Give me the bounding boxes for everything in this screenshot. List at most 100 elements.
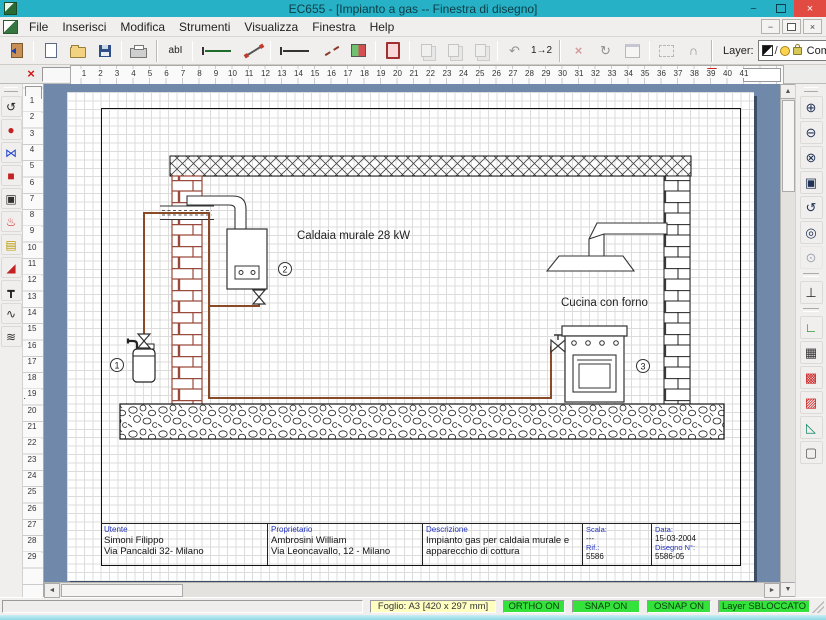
zoom-window-button[interactable]: ▣: [800, 171, 823, 194]
text-tool-button[interactable]: abI: [163, 39, 188, 63]
pipe-tee-tool-button[interactable]: ┳: [1, 280, 22, 301]
magnet-button[interactable]: ∩: [681, 39, 706, 63]
layer-visibility-icon: [780, 46, 790, 56]
drawing-frame[interactable]: [101, 108, 741, 566]
duct-line-button[interactable]: [275, 39, 317, 63]
scroll-down-button[interactable]: ▼: [780, 582, 796, 597]
status-message-panel: [2, 600, 363, 613]
h-scrollbar[interactable]: ◄ ►: [44, 582, 780, 597]
hood-tool-button[interactable]: ◢: [1, 257, 22, 278]
zoom-in-button[interactable]: ⊕: [800, 96, 823, 119]
exit-button[interactable]: [4, 39, 29, 63]
sheet-page[interactable]: Caldaia murale 28 kW Cucina con forno 1 …: [67, 92, 754, 581]
scroll-up-button[interactable]: ▲: [780, 84, 796, 99]
menu-item-finestra[interactable]: Finestra: [305, 19, 362, 35]
measure-tool-button[interactable]: ◺: [800, 416, 823, 439]
print-button[interactable]: [126, 39, 151, 63]
symbol-b-tool-button[interactable]: ≋: [1, 326, 22, 347]
zoom-previous-button[interactable]: ↺: [800, 196, 823, 219]
osnap-status[interactable]: OSNAP ON: [647, 600, 711, 613]
selection-tool-button[interactable]: ▢: [800, 441, 823, 464]
component-table-button[interactable]: [346, 39, 371, 63]
ortho-toggle-icon: ∟: [805, 320, 818, 335]
menu-item-modifica[interactable]: Modifica: [113, 19, 172, 35]
properties-button[interactable]: [620, 39, 645, 63]
zoom-extents-button[interactable]: ⊗: [800, 146, 823, 169]
snap-status[interactable]: SNAP ON: [572, 600, 640, 613]
v-scrollbar[interactable]: ▲ ▼: [780, 84, 795, 597]
transform-button[interactable]: [654, 39, 679, 63]
document-icon[interactable]: [3, 20, 18, 34]
new-button[interactable]: [38, 39, 63, 63]
pipe-line-button[interactable]: [197, 39, 239, 63]
valve-tool-icon: ⋈: [5, 147, 17, 159]
menu-item-inserisci[interactable]: Inserisci: [55, 19, 113, 35]
scroll-left-button[interactable]: ◄: [44, 583, 60, 598]
flue-swirl-tool-button[interactable]: ↺: [1, 96, 22, 117]
v-ruler[interactable]: 1234567891011121314151617181920212223242…: [23, 84, 44, 597]
valve-tool-button[interactable]: ⋈: [1, 142, 22, 163]
ortho-toggle-button[interactable]: ∟: [800, 316, 823, 339]
zoom-all-icon: ⊙: [806, 250, 817, 266]
h-ruler-number: 41: [737, 69, 751, 78]
h-ruler-number: 6: [160, 69, 174, 78]
diagonal-line-icon: [246, 45, 261, 55]
h-ruler-number: 39: [704, 69, 718, 78]
pump-tool-button[interactable]: ●: [1, 119, 22, 140]
undo-button[interactable]: ↶: [502, 39, 527, 63]
boiler-tool-icon: ■: [7, 170, 14, 182]
dashed-diagonal-icon: [324, 45, 339, 55]
title-block[interactable]: Utente Simoni Filippo Via Pancaldi 32- M…: [101, 523, 740, 565]
paste-special-button[interactable]: [380, 39, 405, 63]
menu-item-strumenti[interactable]: Strumenti: [172, 19, 237, 35]
menu-item-help[interactable]: Help: [363, 19, 402, 35]
symbol-a-tool-button[interactable]: ∿: [1, 303, 22, 324]
delete-button[interactable]: ×: [566, 39, 591, 63]
layer-lock-status[interactable]: Layer SBLOCCATO: [718, 600, 810, 613]
scroll-right-button[interactable]: ►: [764, 583, 780, 598]
rotate-button[interactable]: ↻: [593, 39, 618, 63]
menu-item-file[interactable]: File: [22, 19, 55, 35]
boiler-tool-button[interactable]: ■: [1, 165, 22, 186]
zoom-all-button[interactable]: ⊙: [800, 246, 823, 269]
paste-as-button[interactable]: [468, 39, 493, 63]
appliance-tool-button[interactable]: ▣: [1, 188, 22, 209]
v-ruler-number: 12: [23, 275, 41, 284]
mdi-minimize-button[interactable]: −: [761, 19, 780, 34]
v-ruler-number: 8: [23, 210, 41, 219]
snap-toggle-button[interactable]: ▩: [800, 366, 823, 389]
ortho-status[interactable]: ORTHO ON: [503, 600, 565, 613]
toolbar-grip[interactable]: [4, 87, 18, 92]
zoom-out-button[interactable]: ⊖: [800, 121, 823, 144]
open-button[interactable]: [65, 39, 90, 63]
radiator-tool-button[interactable]: ▤: [1, 234, 22, 255]
diagonal-line-button[interactable]: [241, 39, 266, 63]
window-title: EC655 - [Impianto a gas -- Finestra di d…: [0, 2, 826, 16]
cancel-command-button[interactable]: ×: [22, 66, 40, 81]
zoom-toolbar-grip[interactable]: [804, 87, 818, 92]
h-ruler[interactable]: 1234567891011121314151617181920212223242…: [70, 65, 784, 85]
mdi-close-button[interactable]: ×: [803, 19, 822, 34]
measure-tool-icon: ◺: [806, 420, 816, 436]
v-scroll-thumb[interactable]: [782, 100, 795, 192]
layer-combobox[interactable]: / Componenti ▼: [758, 40, 826, 61]
window-bottom-edge: [0, 615, 826, 620]
menu-item-visualizza[interactable]: Visualizza: [237, 19, 305, 35]
h-scroll-thumb[interactable]: [61, 584, 183, 597]
paste-button[interactable]: [441, 39, 466, 63]
copy-button[interactable]: [414, 39, 439, 63]
plumb-tool-button[interactable]: ⊥: [800, 281, 823, 304]
dashed-line-button[interactable]: [319, 39, 344, 63]
grid-toggle-button[interactable]: ▦: [800, 341, 823, 364]
v-ruler-number: 6: [23, 178, 41, 187]
title-block-scala: Scala: --- Rif.: 5586: [583, 524, 652, 565]
mdi-restore-button[interactable]: [782, 19, 801, 34]
renumber-button[interactable]: 1→2: [529, 39, 554, 63]
burner-tool-button[interactable]: ♨: [1, 211, 22, 232]
osnap-toggle-button[interactable]: ▨: [800, 391, 823, 414]
save-button[interactable]: [92, 39, 117, 63]
zoom-selected-button[interactable]: ◎: [800, 221, 823, 244]
resize-grip[interactable]: [812, 601, 824, 613]
drawing-canvas[interactable]: Caldaia murale 28 kW Cucina con forno 1 …: [44, 84, 780, 597]
properties-window-icon: [625, 44, 640, 58]
